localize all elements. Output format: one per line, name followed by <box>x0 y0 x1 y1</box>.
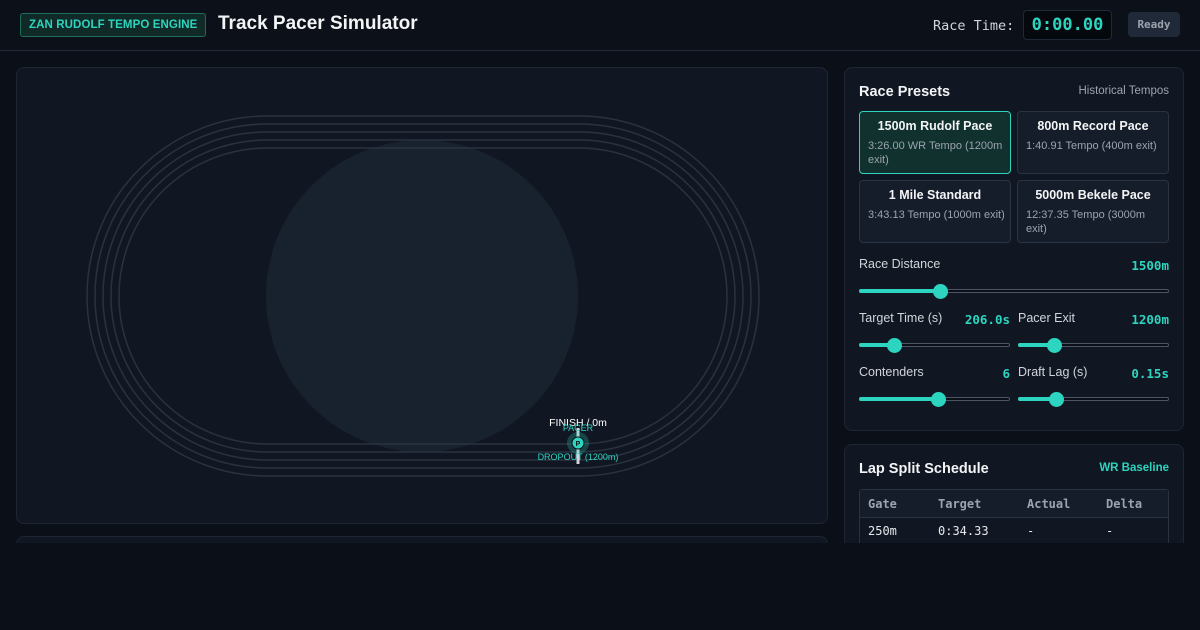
brand-badge: ZAN RUDOLF TEMPO ENGINE <box>20 13 207 37</box>
draft-lag-value: 0.15s <box>1131 366 1169 381</box>
dropout-label: DROPOUT (1200m) <box>538 452 619 462</box>
slider-thumb[interactable] <box>930 392 946 407</box>
race-distance-value: 1500m <box>1131 258 1169 273</box>
lap-split-panel: Lap Split Schedule WR Baseline Gate Targ… <box>844 444 1184 554</box>
preset-card-800m[interactable]: 800m Record Pace 1:40.91 Tempo (400m exi… <box>1017 111 1169 174</box>
preset-desc: 3:43.13 Tempo (1000m exit) <box>868 209 1005 221</box>
race-time-label: Race Time: <box>933 18 1015 34</box>
target-time-label: Target Time (s) <box>859 311 943 325</box>
target-time-value: 206.0s <box>964 312 1010 327</box>
pacer-exit-value: 1200m <box>1131 312 1169 327</box>
contenders-slider[interactable] <box>859 392 1010 407</box>
table-row: 250m 0:34.33 - - <box>860 518 1168 544</box>
contenders-label: Contenders <box>859 365 924 379</box>
race-time-display: 0:00.00 <box>1023 10 1112 40</box>
preset-name: 1 Mile Standard <box>888 188 982 202</box>
pacer-exit-label: Pacer Exit <box>1018 311 1075 325</box>
race-distance-slider[interactable] <box>859 284 1169 299</box>
slider-thumb[interactable] <box>1047 338 1063 353</box>
cell-gate: 250m <box>868 524 897 538</box>
cell-actual: - <box>1027 524 1035 538</box>
track-canvas: P FINISH / 0m PACER DROPOUT (1200m) <box>86 115 760 477</box>
infield <box>266 140 578 452</box>
preset-name: 5000m Bekele Pace <box>1035 188 1151 202</box>
column-header-gate: Gate <box>868 497 897 511</box>
slider-thumb[interactable] <box>932 284 948 299</box>
split-table: Gate Target Actual Delta 250m 0:34.33 - … <box>859 489 1169 545</box>
presets-title: Race Presets <box>859 84 951 100</box>
target-time-slider[interactable] <box>859 338 1010 353</box>
column-header-delta: Delta <box>1106 497 1143 511</box>
presets-subtitle: Historical Tempos <box>1078 85 1169 97</box>
preset-name: 800m Record Pace <box>1037 119 1149 133</box>
cell-delta: - <box>1106 524 1114 538</box>
splits-badge: WR Baseline <box>1099 462 1169 474</box>
pacer-label: PACER <box>563 423 594 433</box>
draft-lag-label: Draft Lag (s) <box>1018 365 1088 379</box>
preset-desc: 3:26.00 WR Tempo (1200m exit) <box>868 140 1003 166</box>
preset-card-mile[interactable]: 1 Mile Standard 3:43.13 Tempo (1000m exi… <box>859 180 1011 243</box>
race-distance-label: Race Distance <box>859 257 941 271</box>
viewport-fold <box>0 543 1200 630</box>
splits-title: Lap Split Schedule <box>859 461 989 477</box>
column-header-actual: Actual <box>1027 497 1071 511</box>
app-title: Track Pacer Simulator <box>218 13 418 34</box>
slider-thumb[interactable] <box>886 338 902 353</box>
preset-name: 1500m Rudolf Pace <box>877 119 993 133</box>
race-presets-panel: Race Presets Historical Tempos 1500m Rud… <box>844 67 1184 431</box>
draft-lag-slider[interactable] <box>1018 392 1169 407</box>
column-header-target: Target <box>938 497 982 511</box>
track-panel: P FINISH / 0m PACER DROPOUT (1200m) <box>16 67 828 524</box>
app-header: ZAN RUDOLF TEMPO ENGINE Track Pacer Simu… <box>0 0 1200 51</box>
preset-desc: 1:40.91 Tempo (400m exit) <box>1026 140 1157 152</box>
status-badge: Ready <box>1128 12 1180 37</box>
cell-target: 0:34.33 <box>938 524 989 538</box>
preset-card-5000m[interactable]: 5000m Bekele Pace 12:37.35 Tempo (3000m … <box>1017 180 1169 243</box>
split-table-header: Gate Target Actual Delta <box>860 490 1168 518</box>
preset-desc: 12:37.35 Tempo (3000m exit) <box>1026 209 1146 235</box>
pacer-exit-slider[interactable] <box>1018 338 1169 353</box>
pacer-marker: P <box>576 441 581 448</box>
contenders-value: 6 <box>1002 366 1010 381</box>
preset-card-1500m[interactable]: 1500m Rudolf Pace 3:26.00 WR Tempo (1200… <box>859 111 1011 174</box>
slider-thumb[interactable] <box>1048 392 1064 407</box>
